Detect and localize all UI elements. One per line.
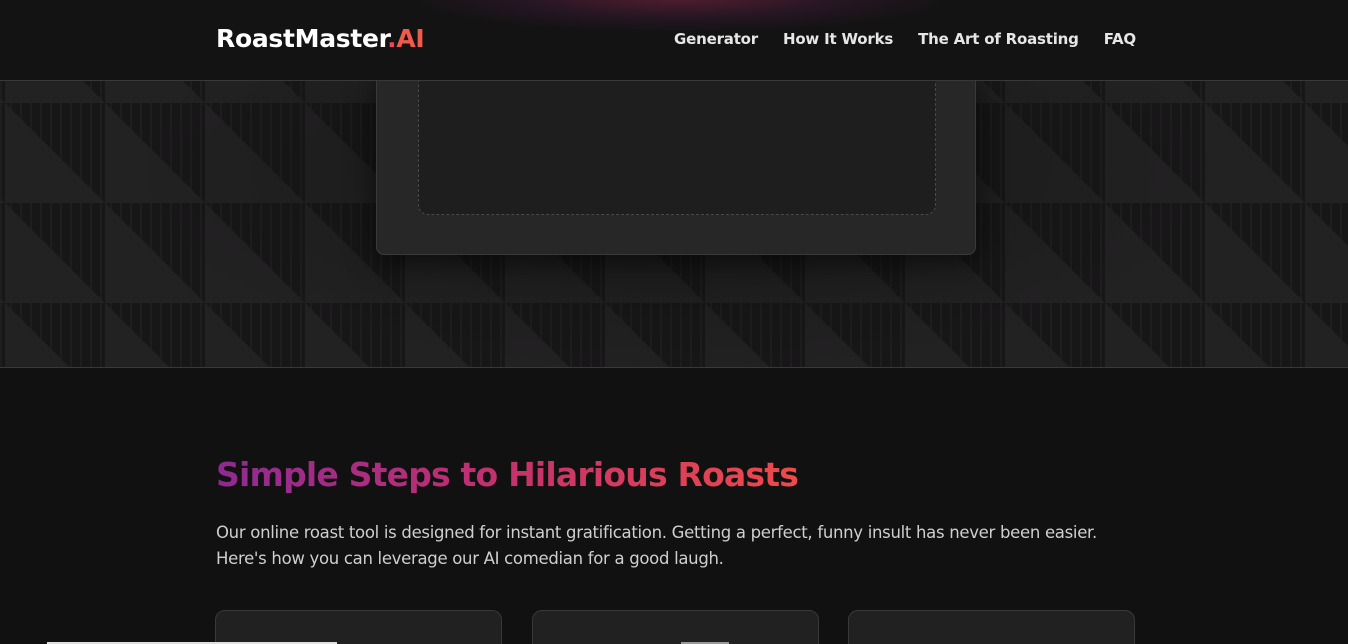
hero-section xyxy=(0,71,1348,368)
site-header: RoastMaster.AI Generator How It Works Th… xyxy=(0,0,1348,81)
step-card xyxy=(848,610,1135,644)
header-glow xyxy=(420,0,940,30)
logo-dot: . xyxy=(387,24,397,53)
nav-faq[interactable]: FAQ xyxy=(1104,30,1136,48)
nav-how-it-works[interactable]: How It Works xyxy=(783,30,893,48)
nav-art-of-roasting[interactable]: The Art of Roasting xyxy=(918,30,1079,48)
roast-generator-card xyxy=(376,71,976,255)
nav-generator[interactable]: Generator xyxy=(674,30,758,48)
section-description: Our online roast tool is designed for in… xyxy=(216,523,1097,568)
logo-ai: AI xyxy=(396,24,425,53)
roast-output-area[interactable] xyxy=(418,72,936,215)
how-it-works-section: Simple Steps to Hilarious Roasts Our onl… xyxy=(0,368,1348,644)
logo-text: RoastMaster xyxy=(216,24,388,53)
site-logo[interactable]: RoastMaster.AI xyxy=(216,24,425,53)
step-card xyxy=(532,610,819,644)
section-title: Simple Steps to Hilarious Roasts xyxy=(216,455,799,494)
main-nav: Generator How It Works The Art of Roasti… xyxy=(674,30,1136,48)
step-card xyxy=(215,610,502,644)
